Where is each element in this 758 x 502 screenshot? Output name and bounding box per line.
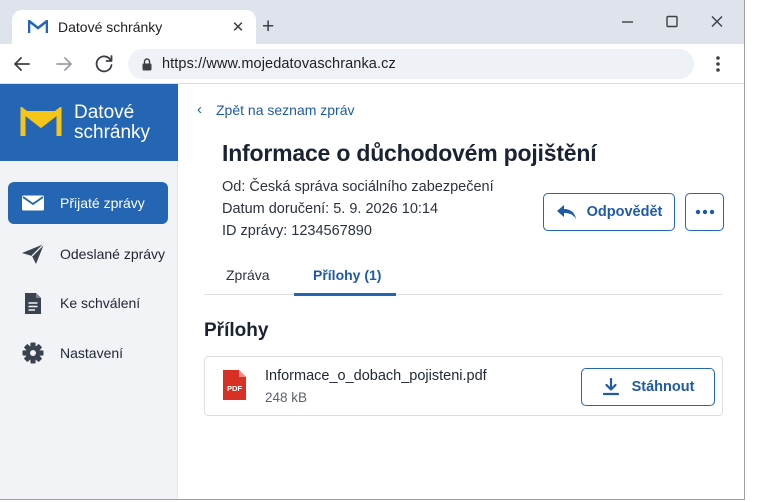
kebab-menu-icon[interactable] [708, 52, 728, 76]
more-actions-button[interactable] [685, 193, 724, 231]
brand-logo-icon [20, 106, 62, 136]
brand-header: Datové schránky [0, 84, 178, 161]
more-dots-icon [695, 209, 714, 215]
minimize-icon[interactable] [616, 14, 640, 30]
gear-icon [20, 342, 46, 364]
back-to-list-link[interactable]: ‹ Zpět na seznam zpráv [197, 101, 355, 118]
message-delivery-date: Datum doručení: 5. 9. 2026 10:14 [222, 201, 439, 217]
plus-icon[interactable]: + [262, 15, 274, 39]
pdf-file-icon: PDF [223, 370, 246, 400]
sidebar-item-label: Ke schválení [60, 295, 141, 311]
reply-button[interactable]: Odpovědět [543, 193, 675, 231]
browser-toolbar: https://www.mojedatovaschranka.cz [0, 44, 744, 84]
tab-title: Datové schránky [58, 19, 163, 35]
sidebar-item-label: Přijaté zprávy [60, 195, 145, 211]
back-arrow-icon[interactable] [10, 52, 34, 76]
message-sender: Od: Česká správa sociálního zabezpečení [222, 179, 494, 195]
favicon-logo-icon [28, 20, 48, 33]
brand-line-2: schránky [74, 121, 151, 143]
attachment-row: PDF Informace_o_dobach_pojisteni.pdf 248… [204, 356, 723, 416]
close-window-icon[interactable] [705, 14, 729, 30]
sidebar-item-label: Odeslané zprávy [60, 246, 166, 262]
tab-attachments[interactable]: Přílohy (1) [313, 267, 381, 283]
attachment-file-size: 248 kB [265, 390, 308, 405]
paper-plane-icon [20, 243, 46, 265]
active-tab-indicator [294, 293, 396, 296]
message-tabs: Zpráva Přílohy (1) [204, 262, 722, 296]
pdf-badge: PDF [227, 384, 242, 393]
download-button[interactable]: Stáhnout [581, 368, 715, 406]
download-button-label: Stáhnout [631, 379, 695, 395]
message-title: Informace o důchodovém pojištění [222, 140, 597, 166]
chevron-left-icon: ‹ [197, 101, 202, 118]
sidebar: Datové schránky Přijaté zprávy Odeslané … [0, 84, 178, 499]
sidebar-item-received[interactable]: Přijaté zprávy [8, 182, 168, 224]
envelope-icon [20, 192, 46, 214]
close-icon[interactable]: ✕ [230, 18, 246, 36]
url-text: https://www.mojedatovaschranka.cz [162, 56, 396, 72]
browser-tab[interactable]: Datové schránky ✕ [12, 10, 256, 44]
brand-name: Datové schránky [74, 101, 151, 143]
back-link-label: Zpět na seznam zpráv [216, 101, 355, 118]
message-detail: ‹ Zpět na seznam zpráv Informace o důcho… [179, 84, 744, 499]
sidebar-item-settings[interactable]: Nastavení [8, 332, 168, 374]
reload-icon[interactable] [92, 52, 116, 76]
sidebar-item-approval[interactable]: Ke schválení [8, 282, 168, 324]
document-icon [20, 292, 46, 314]
sidebar-item-label: Nastavení [60, 345, 124, 361]
message-id: ID zprávy: 1234567890 [222, 223, 372, 239]
sidebar-item-sent[interactable]: Odeslané zprávy [8, 233, 168, 275]
attachment-file-name: Informace_o_dobach_pojisteni.pdf [265, 368, 487, 384]
lock-icon [142, 57, 152, 70]
download-icon [602, 378, 619, 396]
reply-arrow-icon [556, 205, 576, 219]
forward-arrow-icon[interactable] [52, 52, 76, 76]
reply-button-label: Odpovědět [586, 204, 663, 220]
tab-message[interactable]: Zpráva [226, 267, 270, 283]
maximize-icon[interactable] [660, 14, 684, 30]
tab-strip: Datové schránky ✕ + [0, 0, 744, 44]
address-bar[interactable]: https://www.mojedatovaschranka.cz [128, 49, 694, 79]
browser-window: Datové schránky ✕ + https://www.mojedato… [0, 0, 745, 500]
attachments-heading: Přílohy [204, 320, 269, 341]
brand-line-1: Datové [74, 101, 135, 123]
